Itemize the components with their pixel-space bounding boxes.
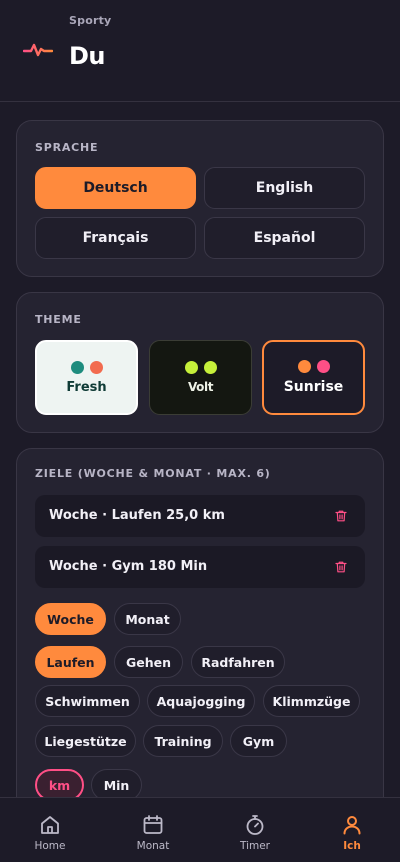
trash-icon[interactable] <box>334 560 348 574</box>
theme-color-dot <box>70 360 84 374</box>
theme-color-dot <box>203 361 217 374</box>
goal-item-label: Woche · Laufen 25,0 km <box>49 508 225 523</box>
theme-option-sunrise[interactable]: Sunrise <box>262 340 365 415</box>
tab-ich[interactable]: Ich <box>302 798 400 862</box>
tab-label: Monat <box>136 840 170 852</box>
activity-option-klimmzuege[interactable]: Klimmzüge <box>263 685 360 717</box>
pulse-icon <box>23 43 53 57</box>
activity-option-laufen[interactable]: Laufen <box>35 646 106 678</box>
language-option-deutsch[interactable]: Deutsch <box>35 167 196 209</box>
unit-option-km[interactable]: km <box>35 769 84 797</box>
goal-item: Woche · Gym 180 Min <box>35 546 365 588</box>
page-title: Du <box>69 42 106 70</box>
goals-section-title: ZIELE (WOCHE & MONAT · MAX. 6) <box>35 467 271 480</box>
language-card: SPRACHE Deutsch English Français Español <box>16 120 384 277</box>
trash-icon[interactable] <box>334 509 348 523</box>
theme-color-dot <box>316 360 330 373</box>
period-option-monat[interactable]: Monat <box>114 603 181 635</box>
activity-option-schwimmen[interactable]: Schwimmen <box>35 685 140 717</box>
settings-scroll-area[interactable]: SPRACHE Deutsch English Français Español… <box>0 103 400 797</box>
goal-item: Woche · Laufen 25,0 km <box>35 495 365 537</box>
theme-option-label: Volt <box>187 380 214 394</box>
tab-home[interactable]: Home <box>0 798 100 862</box>
home-icon <box>41 816 59 834</box>
activity-option-gym[interactable]: Gym <box>230 725 287 757</box>
theme-option-fresh[interactable]: Fresh <box>35 340 138 415</box>
person-icon <box>343 816 361 835</box>
stopwatch-icon <box>246 815 264 835</box>
tab-monat[interactable]: Monat <box>103 798 203 862</box>
theme-option-label: Sunrise <box>283 379 344 395</box>
language-option-espanol[interactable]: Español <box>204 217 365 259</box>
unit-option-min[interactable]: Min <box>91 769 142 797</box>
tab-label: Timer <box>239 840 270 852</box>
theme-color-dot <box>184 361 198 374</box>
tab-label: Ich <box>343 840 361 852</box>
theme-color-dot <box>297 360 311 373</box>
language-option-english[interactable]: English <box>204 167 365 209</box>
activity-option-radfahren[interactable]: Radfahren <box>191 646 285 678</box>
activity-option-liegestuetze[interactable]: Liegestütze <box>35 725 136 757</box>
theme-card: THEME Fresh Volt Sunrise <box>16 292 384 433</box>
activity-option-gehen[interactable]: Gehen <box>114 646 183 678</box>
app-name: Sporty <box>69 14 112 27</box>
calendar-icon <box>143 815 163 834</box>
tab-timer[interactable]: Timer <box>205 798 305 862</box>
tab-label: Home <box>34 840 66 852</box>
theme-color-dot <box>89 360 103 374</box>
activity-option-training[interactable]: Training <box>143 725 223 757</box>
theme-option-volt[interactable]: Volt <box>149 340 252 415</box>
activity-option-aquajogging[interactable]: Aquajogging <box>147 685 255 717</box>
language-option-francais[interactable]: Français <box>35 217 196 259</box>
bottom-tab-bar: Home Monat Timer Ich <box>0 797 400 862</box>
theme-section-title: THEME <box>35 313 82 326</box>
period-option-woche[interactable]: Woche <box>35 603 106 635</box>
language-section-title: SPRACHE <box>35 141 99 154</box>
theme-option-label: Fresh <box>66 379 107 395</box>
goals-card: ZIELE (WOCHE & MONAT · MAX. 6) Woche · L… <box>16 448 384 797</box>
app-header: Sporty Du <box>0 0 400 102</box>
goal-item-label: Woche · Gym 180 Min <box>49 559 208 574</box>
